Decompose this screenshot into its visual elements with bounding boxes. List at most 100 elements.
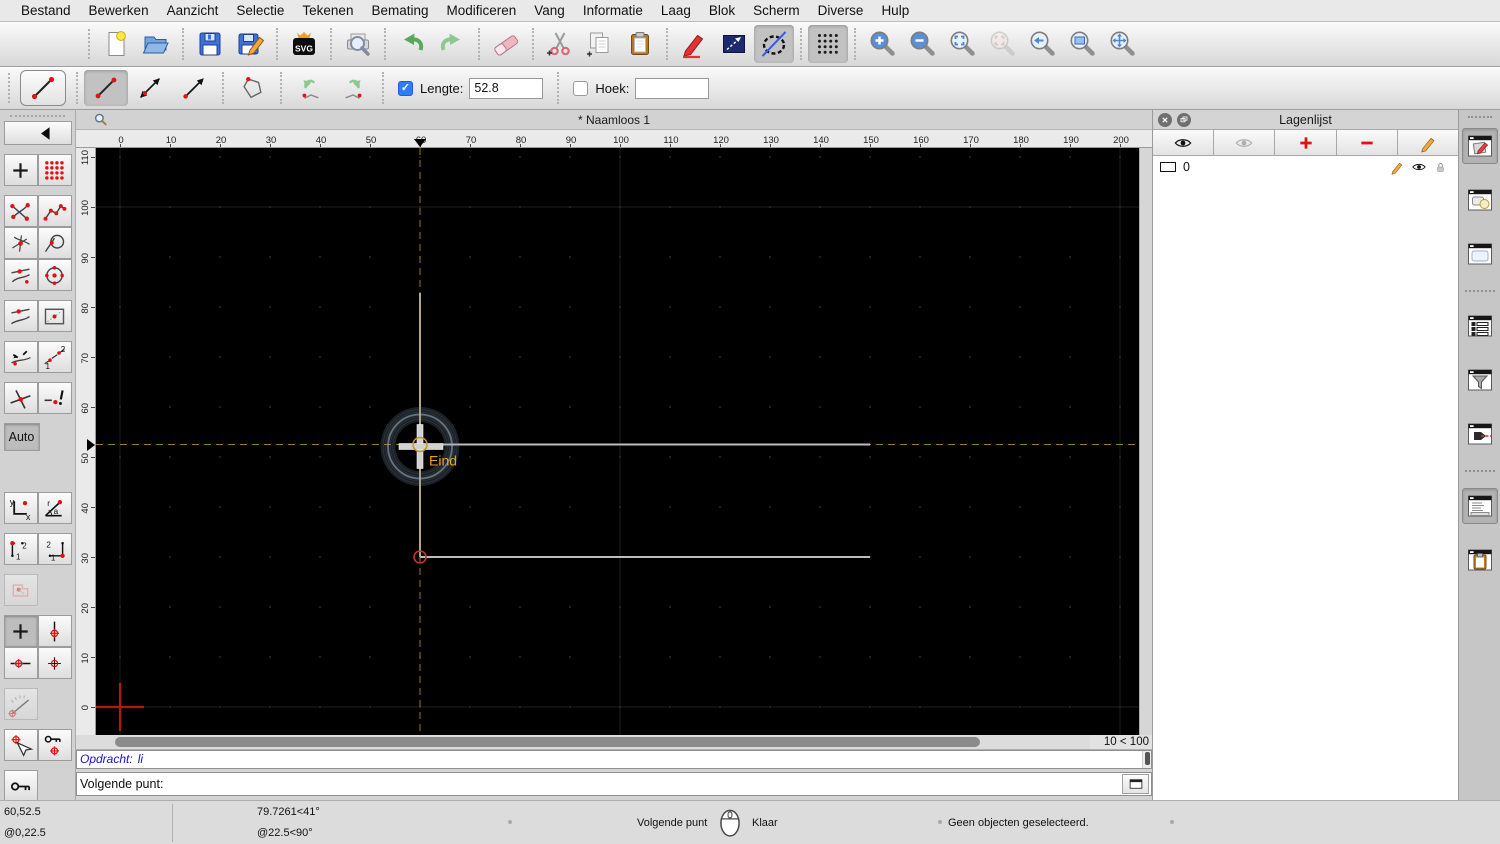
zoom-in-button[interactable] <box>862 25 902 63</box>
snap-tangent-button[interactable] <box>37 227 72 259</box>
zoom-previous-button[interactable] <box>1022 25 1062 63</box>
vertical-scrollbar[interactable] <box>1139 148 1152 735</box>
snap-divide-button[interactable]: 12 <box>37 341 72 373</box>
snap-perpendicular-button[interactable] <box>3 341 38 373</box>
copy-button[interactable] <box>580 25 620 63</box>
cursor-plus-button[interactable] <box>3 615 38 647</box>
remove-layer-button[interactable] <box>1336 130 1398 155</box>
zoom-selection-button[interactable] <box>982 25 1022 63</box>
svg-export-button[interactable]: SVG <box>284 25 324 63</box>
close-panel-button[interactable] <box>1158 113 1172 127</box>
style-pencil-button[interactable] <box>674 25 714 63</box>
layer-row[interactable]: 0 <box>1153 156 1458 178</box>
draw-arrow-button[interactable] <box>172 70 216 106</box>
panel-layers-button[interactable] <box>1461 128 1498 164</box>
snap-single-point-button[interactable] <box>37 382 72 414</box>
panel-components-button[interactable] <box>1462 182 1498 218</box>
menu-item[interactable]: Aanzicht <box>158 3 228 18</box>
layer-visibility-icon[interactable] <box>1411 159 1427 175</box>
panel-list-button[interactable] <box>1462 308 1498 344</box>
panel-clipboard-button[interactable] <box>1462 542 1498 578</box>
menu-item[interactable]: Bewerken <box>80 3 158 18</box>
menu-item[interactable]: Selectie <box>227 3 293 18</box>
ref-corner-12-button[interactable]: 12 <box>3 533 38 565</box>
snap-endpoint-button[interactable] <box>3 195 38 227</box>
angle-gauge-button[interactable] <box>3 688 38 720</box>
current-tool-button[interactable] <box>20 70 66 106</box>
toolbar-drag-handle[interactable] <box>8 73 10 103</box>
add-layer-button[interactable] <box>1275 130 1337 155</box>
layer-edit-icon[interactable] <box>1389 159 1405 175</box>
menu-item[interactable]: Laag <box>652 3 700 18</box>
lock-button[interactable] <box>3 770 38 802</box>
collapse-panel-button[interactable] <box>1177 113 1191 127</box>
menu-item[interactable]: Bestand <box>12 3 80 18</box>
console-window-button[interactable] <box>1122 774 1149 794</box>
panel-filter-button[interactable] <box>1462 362 1498 398</box>
toolbar-drag-handle[interactable] <box>88 29 90 59</box>
selection-rectangle-button[interactable] <box>714 25 754 63</box>
snap-on-object-button[interactable] <box>3 300 38 332</box>
collapse-palette-button[interactable] <box>3 121 72 145</box>
zoom-out-button[interactable] <box>902 25 942 63</box>
menu-item[interactable]: Bemating <box>362 3 437 18</box>
ref-corner-21-button[interactable]: 21 <box>37 533 72 565</box>
snap-branch-button[interactable] <box>3 227 38 259</box>
panel-properties-button[interactable] <box>1462 236 1498 272</box>
panel-light-button[interactable] <box>1462 416 1498 452</box>
draw-double-arrow-button[interactable] <box>128 70 172 106</box>
paste-button[interactable] <box>620 25 660 63</box>
coord-polar-button[interactable]: ra <box>37 492 72 524</box>
print-preview-button[interactable] <box>338 25 378 63</box>
grid-toggle-button[interactable] <box>808 25 848 63</box>
shape-mode-button[interactable] <box>3 574 38 606</box>
edit-layer-button[interactable] <box>1397 130 1459 155</box>
undo-button[interactable] <box>392 25 432 63</box>
length-input[interactable] <box>469 77 544 99</box>
cut-button[interactable] <box>540 25 580 63</box>
command-scrollbar[interactable] <box>1142 751 1151 768</box>
crosshair-vertical-button[interactable] <box>37 615 72 647</box>
command-input[interactable] <box>163 773 1122 795</box>
layer-swatch[interactable] <box>1160 162 1176 172</box>
layer-lock-icon[interactable] <box>1433 160 1448 175</box>
menu-item[interactable]: Informatie <box>574 3 652 18</box>
menu-item[interactable]: Blok <box>700 3 744 18</box>
menu-item[interactable]: Diverse <box>809 3 873 18</box>
angle-checkbox[interactable]: ✓ <box>573 80 589 96</box>
menu-item[interactable]: Hulp <box>872 3 918 18</box>
crosshair-point-button[interactable] <box>37 647 72 679</box>
crosshair-horizontal-button[interactable] <box>3 647 38 679</box>
lock-point-button[interactable] <box>37 729 72 761</box>
snap-grid-button[interactable] <box>37 154 72 186</box>
draw-segment-button[interactable] <box>84 70 128 106</box>
horizontal-scrollbar[interactable] <box>76 735 1090 749</box>
zoom-extents-button[interactable] <box>942 25 982 63</box>
new-document-button[interactable] <box>96 25 136 63</box>
drawing-canvas[interactable]: Eind <box>96 148 1139 735</box>
undo-segment-button[interactable] <box>288 70 332 106</box>
redo-button[interactable] <box>432 25 472 63</box>
erase-button[interactable] <box>486 25 526 63</box>
menu-item[interactable]: Scherm <box>744 3 809 18</box>
ellipse-tool-button[interactable] <box>754 25 794 63</box>
scrollbar-thumb[interactable] <box>1144 752 1150 765</box>
menu-item[interactable]: Vang <box>525 3 574 18</box>
panel-command-button[interactable] <box>1461 488 1498 524</box>
snap-node-button[interactable] <box>37 195 72 227</box>
strip-drag-handle[interactable] <box>1467 116 1492 118</box>
pan-button[interactable] <box>1102 25 1142 63</box>
snap-center-button[interactable] <box>37 259 72 291</box>
draw-polyline-button[interactable] <box>230 70 274 106</box>
length-checkbox[interactable]: ✓ <box>398 80 413 96</box>
coord-cartesian-button[interactable]: yx <box>3 492 38 524</box>
snap-point-button[interactable] <box>3 154 38 186</box>
save-as-button[interactable] <box>230 25 270 63</box>
open-button[interactable] <box>136 25 176 63</box>
menu-item[interactable]: Modificeren <box>438 3 526 18</box>
hide-other-layers-button[interactable] <box>1214 130 1276 155</box>
show-all-layers-button[interactable] <box>1153 130 1215 155</box>
redo-segment-button[interactable] <box>332 70 376 106</box>
zoom-window-button[interactable] <box>1062 25 1102 63</box>
auto-snap-button[interactable]: Auto <box>3 423 40 451</box>
